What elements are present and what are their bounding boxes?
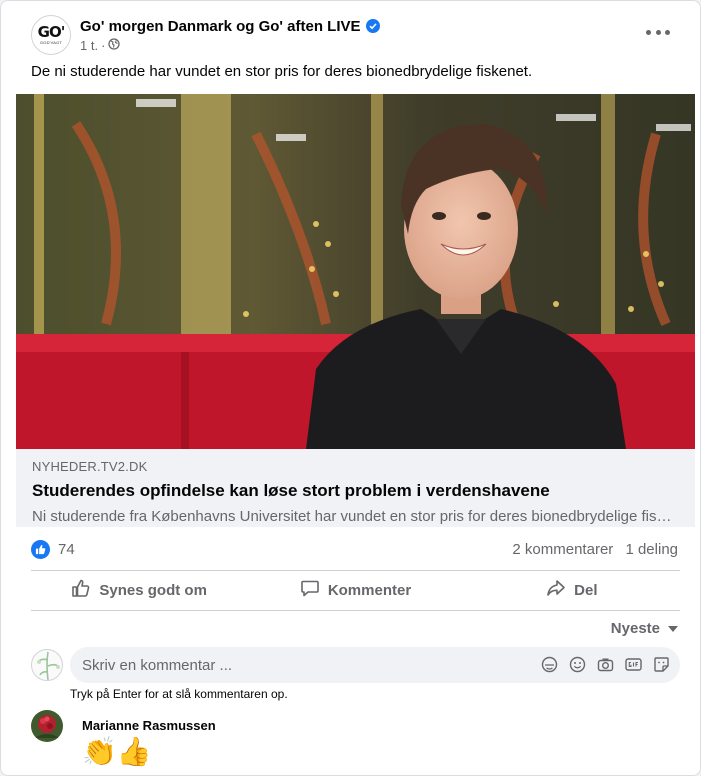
post-meta: 1 t. · xyxy=(80,38,380,53)
comment-composer xyxy=(70,647,680,683)
globe-icon[interactable] xyxy=(108,37,121,53)
reactions-summary[interactable]: 74 xyxy=(31,539,75,559)
current-user-avatar[interactable] xyxy=(31,649,63,681)
portrait-photo xyxy=(16,94,695,449)
post-card: GO' GOD'VAGT Go' morgen Danmark og Go' a… xyxy=(0,0,701,776)
comment-author-name[interactable]: Marianne Rasmussen xyxy=(82,718,216,733)
sticker-icon[interactable] xyxy=(653,656,670,673)
meta-separator: · xyxy=(101,37,106,53)
post-text: De ni studerende har vundet en stor pris… xyxy=(31,63,533,80)
share-button[interactable]: Del xyxy=(464,571,680,609)
gif-icon[interactable] xyxy=(625,656,642,673)
link-preview-image[interactable] xyxy=(16,94,695,449)
like-button[interactable]: Synes godt om xyxy=(31,571,247,609)
divider xyxy=(31,610,680,611)
link-preview[interactable]: NYHEDER.TV2.DK Studerendes opfindelse ka… xyxy=(16,449,695,527)
page-avatar[interactable]: GO' GOD'VAGT xyxy=(31,15,71,55)
avatar-sticker-icon[interactable] xyxy=(541,656,558,673)
page-logo-text: GO' xyxy=(37,23,66,41)
comment-sort-dropdown[interactable]: Nyeste xyxy=(611,620,678,637)
link-title[interactable]: Studerendes opfindelse kan løse stort pr… xyxy=(32,481,679,501)
post-header: GO' GOD'VAGT Go' morgen Danmark og Go' a… xyxy=(31,15,380,55)
link-domain: NYHEDER.TV2.DK xyxy=(32,459,148,474)
camera-icon[interactable] xyxy=(597,656,614,673)
post-timestamp[interactable]: 1 t. xyxy=(80,38,98,53)
comment-author-avatar[interactable] xyxy=(31,710,63,742)
composer-tools xyxy=(541,656,670,673)
verified-badge-icon xyxy=(365,19,380,33)
like-reaction-icon xyxy=(31,539,50,559)
reactions-count: 74 xyxy=(58,540,75,558)
thumbs-up-icon xyxy=(71,578,91,602)
caret-down-icon xyxy=(668,625,678,632)
reaction-stats: 74 2 kommentarer 1 deling xyxy=(31,537,678,561)
comment-button-label: Kommenter xyxy=(327,581,412,599)
comment-content: 👏👍 xyxy=(82,736,152,767)
ellipsis-icon[interactable] xyxy=(646,23,670,41)
share-arrow-icon xyxy=(546,578,566,602)
post-actions: Synes godt om Kommenter Del xyxy=(31,571,680,609)
comment-button[interactable]: Kommenter xyxy=(247,571,463,609)
link-description: Ni studerende fra Københavns Universitet… xyxy=(32,508,677,525)
page-name-row: Go' morgen Danmark og Go' aften LIVE xyxy=(80,18,380,35)
shares-count[interactable]: 1 deling xyxy=(625,541,678,558)
comments-count[interactable]: 2 kommentarer xyxy=(512,541,613,558)
comment-sort-label: Nyeste xyxy=(610,620,660,637)
emoji-icon[interactable] xyxy=(569,656,586,673)
comment-enter-hint: Tryk på Enter for at slå kommentaren op. xyxy=(70,687,288,701)
share-button-label: Del xyxy=(574,581,598,599)
comment-input[interactable] xyxy=(70,656,510,674)
comment-bubble-icon xyxy=(300,578,320,602)
like-button-label: Synes godt om xyxy=(99,581,207,599)
page-logo-subtext: GOD'VAGT xyxy=(39,40,63,45)
page-name-link[interactable]: Go' morgen Danmark og Go' aften LIVE xyxy=(80,18,361,35)
